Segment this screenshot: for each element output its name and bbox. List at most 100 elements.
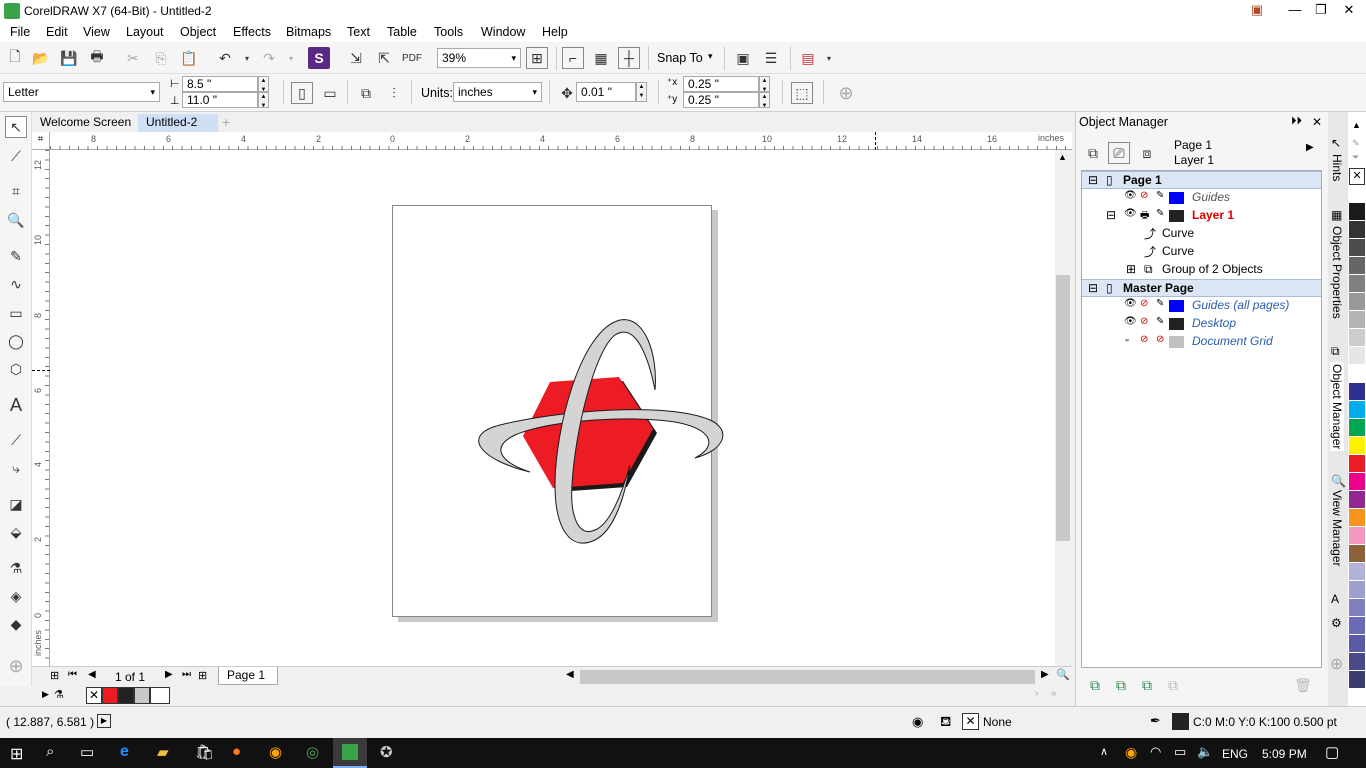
- rulers-toggle-icon[interactable]: ⌐: [562, 47, 584, 69]
- cut-icon[interactable]: ✂: [122, 47, 144, 69]
- gray-swatch[interactable]: [134, 687, 150, 704]
- eye-icon[interactable]: 👁: [1124, 298, 1137, 309]
- palette-swatch[interactable]: [1349, 653, 1365, 670]
- shape-tool-icon[interactable]: ⟋: [5, 145, 27, 167]
- vertical-ruler[interactable]: 12 10 8 6 4 2 0 inches: [32, 150, 50, 668]
- menu-tools[interactable]: Tools: [434, 25, 463, 39]
- pencil-icon[interactable]: ✎: [1156, 316, 1164, 327]
- zoom-to-page-icon[interactable]: ⊞: [526, 47, 548, 69]
- search-content-icon[interactable]: S: [308, 47, 330, 69]
- zoom-level-field[interactable]: 39% ▾: [437, 48, 521, 68]
- menu-help[interactable]: Help: [542, 25, 568, 39]
- app-orange-icon[interactable]: ◉: [269, 743, 282, 761]
- color-proofing-icon[interactable]: ◉: [912, 714, 923, 730]
- tree-object-curve[interactable]: ⤴ Curve: [1082, 225, 1321, 243]
- undo-dropdown-icon[interactable]: ▾: [236, 47, 258, 69]
- portrait-icon[interactable]: ▯: [291, 82, 313, 104]
- freehand-tool-icon[interactable]: ✎: [5, 245, 27, 267]
- palette-swatch[interactable]: [1349, 239, 1365, 256]
- pencil-icon[interactable]: ✎: [1156, 190, 1164, 201]
- expand-icon[interactable]: ⊞: [1126, 262, 1136, 276]
- palette-swatch[interactable]: [1349, 671, 1365, 688]
- palette-swatch[interactable]: [1349, 401, 1365, 418]
- scroll-right-icon[interactable]: ▶: [1041, 669, 1049, 680]
- last-page-icon[interactable]: ⏭: [182, 669, 191, 680]
- menu-effects[interactable]: Effects: [233, 25, 271, 39]
- welcome-screen-icon[interactable]: ▣: [732, 47, 754, 69]
- docker-tab-object-manager[interactable]: Object Manager: [1330, 362, 1344, 452]
- new-master-layer-odd-icon[interactable]: ⧉: [1162, 674, 1184, 696]
- palette-swatch[interactable]: [1349, 509, 1365, 526]
- object-tree[interactable]: ⊟ ▯ Page 1 👁 ⊘ ✎ Guides ⊟ 👁 🖶 ✎ Layer 1 …: [1081, 170, 1322, 668]
- layer-manager-view-icon[interactable]: ⧈: [1136, 142, 1158, 164]
- show-object-properties-icon[interactable]: ⧉: [1082, 142, 1104, 164]
- interactive-fill-icon[interactable]: ◈: [5, 585, 27, 607]
- tree-object-group[interactable]: ⊞ ⧉ Group of 2 Objects: [1082, 261, 1321, 279]
- palette-swatch[interactable]: [1349, 257, 1365, 274]
- no-print-icon[interactable]: ⊘: [1140, 190, 1148, 201]
- smart-fill-icon[interactable]: ◆: [5, 613, 27, 635]
- application-launcher-icon[interactable]: ▤: [797, 47, 819, 69]
- outline-color-swatch[interactable]: [1172, 713, 1189, 730]
- tray-expand-icon[interactable]: ∧: [1100, 745, 1108, 758]
- copy-icon[interactable]: ⎘: [150, 47, 172, 69]
- paste-icon[interactable]: 📋: [178, 47, 200, 69]
- locked-icon[interactable]: ⊘: [1156, 334, 1164, 345]
- drop-shadow-icon[interactable]: ◪: [5, 493, 27, 515]
- polygon-tool-icon[interactable]: ⬡: [5, 358, 27, 380]
- add-docker-icon[interactable]: ⊕: [1330, 654, 1343, 674]
- import-icon[interactable]: ⇲: [345, 47, 367, 69]
- palette-swatch[interactable]: [1349, 563, 1365, 580]
- white-swatch[interactable]: [150, 687, 170, 704]
- horizontal-scroll-thumb[interactable]: [580, 670, 1035, 684]
- collapse-icon[interactable]: ⊟: [1088, 281, 1098, 295]
- prev-page-icon[interactable]: ◀: [88, 669, 96, 680]
- menu-object[interactable]: Object: [180, 25, 216, 39]
- palette-swatch[interactable]: [1349, 221, 1365, 238]
- snap-to-dropdown[interactable]: Snap To: [657, 51, 703, 65]
- new-master-layer-even-icon[interactable]: ⧉: [1136, 674, 1158, 696]
- width-spinner[interactable]: ▲ ▼: [258, 76, 269, 93]
- snap-to-dropdown-icon[interactable]: ▾: [708, 51, 713, 62]
- delete-icon[interactable]: 🗑: [1292, 674, 1314, 696]
- palette-swatch[interactable]: [1349, 365, 1365, 382]
- redo-icon[interactable]: ↷: [258, 47, 280, 69]
- eyedropper-icon[interactable]: ⚗: [5, 557, 27, 579]
- volume-icon[interactable]: 🔈: [1197, 744, 1213, 760]
- save-icon[interactable]: 💾: [58, 47, 80, 69]
- new-master-layer-icon[interactable]: ⧉: [1110, 674, 1132, 696]
- start-icon[interactable]: ⊞: [10, 744, 23, 764]
- page-tab-page-1[interactable]: Page 1: [218, 667, 278, 685]
- menu-file[interactable]: File: [10, 25, 30, 39]
- connector-tool-icon[interactable]: ⤷: [5, 457, 27, 479]
- firefox-icon[interactable]: ●: [232, 743, 241, 760]
- store-icon[interactable]: 🛍: [195, 743, 214, 761]
- duplicate-x-spinner[interactable]: ▲ ▼: [759, 76, 770, 93]
- print-icon[interactable]: 🖶: [86, 47, 108, 69]
- add-page-before-icon[interactable]: ⊞: [50, 669, 59, 682]
- palette-swatch[interactable]: [1349, 545, 1365, 562]
- logo-artwork[interactable]: [470, 310, 740, 550]
- duplicate-y-spinner[interactable]: ▲ ▼: [759, 92, 770, 109]
- layer-color-swatch[interactable]: [1169, 300, 1184, 312]
- palette-swatch[interactable]: [1349, 347, 1365, 364]
- docker-tab-object-properties[interactable]: Object Properties: [1330, 226, 1344, 319]
- palette-swatch[interactable]: [1349, 455, 1365, 472]
- fill-none-swatch[interactable]: ✕: [962, 713, 979, 730]
- menu-bitmaps[interactable]: Bitmaps: [286, 25, 331, 39]
- search-icon[interactable]: ⌕: [46, 743, 54, 760]
- collapse-icon[interactable]: ⊟: [1088, 173, 1098, 187]
- palette-scroll-right-icon[interactable]: ›: [1035, 688, 1038, 699]
- task-view-icon[interactable]: ▭: [80, 743, 94, 761]
- layer-color-swatch[interactable]: [1169, 336, 1184, 348]
- palette-menu-icon[interactable]: ⏷: [1352, 152, 1359, 163]
- undo-icon[interactable]: ↶: [214, 47, 236, 69]
- current-page-icon[interactable]: ⫶: [383, 82, 405, 104]
- tray-app-icon[interactable]: ◉: [1125, 744, 1137, 761]
- notifications-icon[interactable]: ▢: [1325, 743, 1339, 761]
- palette-swatch[interactable]: [1349, 581, 1365, 598]
- text-tool-icon[interactable]: A: [5, 394, 27, 416]
- quick-customize-icon[interactable]: ⊕: [835, 82, 857, 104]
- drawing-canvas[interactable]: [50, 150, 1055, 668]
- layer-color-swatch[interactable]: [1169, 210, 1184, 222]
